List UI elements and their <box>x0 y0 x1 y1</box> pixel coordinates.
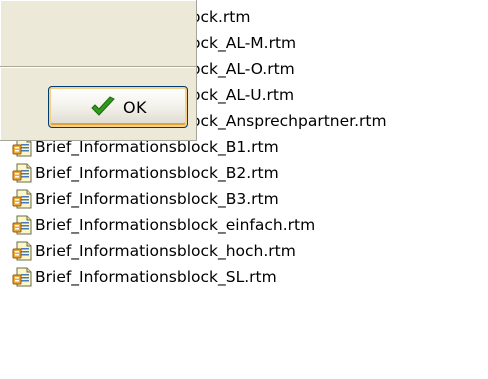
file-list-item[interactable]: Brief_Informationsblock_B2.rtm <box>12 160 488 186</box>
file-list-item[interactable]: Brief_Informationsblock_SL.rtm <box>12 264 488 290</box>
file-name: Brief_Informationsblock_einfach.rtm <box>35 216 316 234</box>
file-list-item[interactable]: Brief_Informationsblock_einfach.rtm <box>12 212 488 238</box>
check-icon <box>91 96 115 116</box>
rtm-file-icon <box>12 267 32 287</box>
file-name: Brief_Informationsblock_B2.rtm <box>35 164 279 182</box>
rtm-file-icon <box>12 189 32 209</box>
dialog-panel: OK <box>0 0 197 141</box>
file-name: Brief_Informationsblock_hoch.rtm <box>35 242 296 260</box>
dialog-separator <box>0 66 196 68</box>
ok-button[interactable]: OK <box>48 86 188 128</box>
file-list-item[interactable]: Brief_Informationsblock_B3.rtm <box>12 186 488 212</box>
file-list-item[interactable]: Brief_Informationsblock_hoch.rtm <box>12 238 488 264</box>
rtm-file-icon <box>12 241 32 261</box>
file-name: Brief_Informationsblock_SL.rtm <box>35 268 277 286</box>
rtm-file-icon <box>12 163 32 183</box>
ok-button-label: OK <box>122 97 148 117</box>
file-name: Brief_Informationsblock_B3.rtm <box>35 190 279 208</box>
rtm-file-icon <box>12 215 32 235</box>
